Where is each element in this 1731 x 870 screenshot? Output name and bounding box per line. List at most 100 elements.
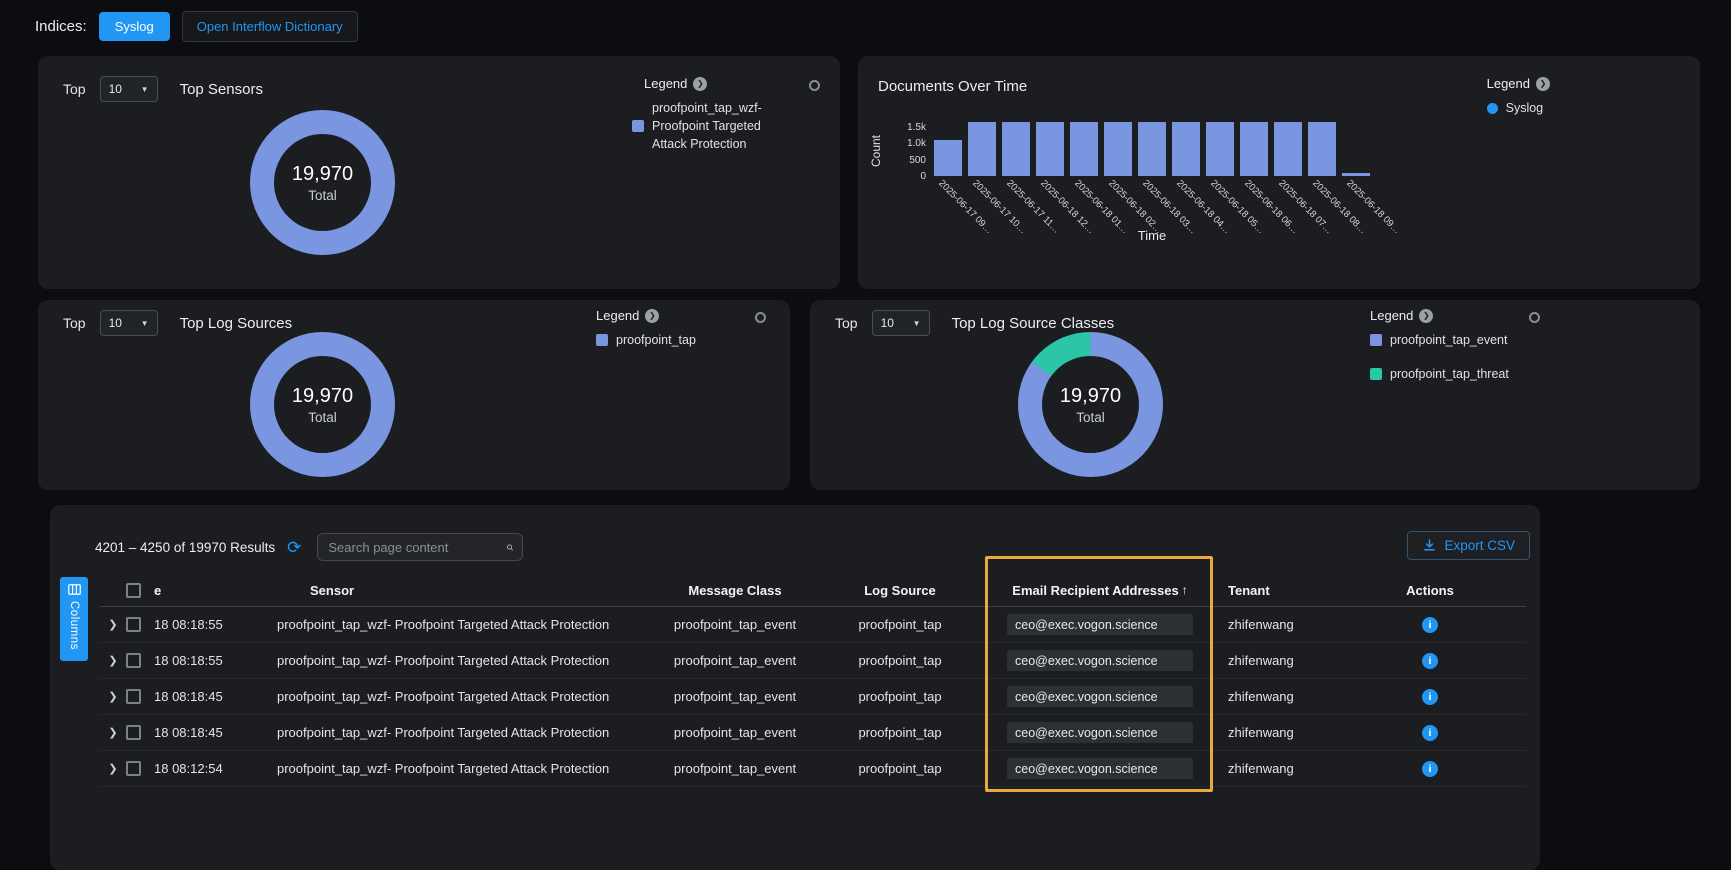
legend-item[interactable]: Syslog [1487,99,1550,117]
info-icon[interactable]: i [1422,689,1438,705]
row-checkbox[interactable] [126,689,141,704]
table-row[interactable]: ❯ 18 08:18:45 proofpoint_tap_wzf- Proofp… [100,715,1526,751]
row-checkbox[interactable] [126,653,141,668]
row-checkbox[interactable] [126,617,141,632]
syslog-index-button[interactable]: Syslog [99,12,170,41]
select-all-checkbox[interactable] [126,583,141,598]
open-interflow-dictionary-button[interactable]: Open Interflow Dictionary [182,11,358,42]
column-header-email-recipient-addresses[interactable]: Email Recipient Addresses ↑ [980,583,1220,598]
legend-toggle-icon[interactable]: ❯ [1419,309,1433,323]
message-class-cell: proofpoint_tap_event [650,617,820,632]
email-recipient-cell[interactable]: ceo@exec.vogon.science [1007,650,1193,671]
info-icon[interactable]: i [1422,725,1438,741]
topbar: Indices: Syslog Open Interflow Dictionar… [35,8,358,44]
panel-title: Top Log Sources [180,315,293,332]
top-sensors-donut-chart[interactable]: 19,970 Total [250,110,395,255]
table-header-row: e Sensor Message Class Log Source Email … [100,575,1526,607]
email-recipient-cell[interactable]: ceo@exec.vogon.science [1007,686,1193,707]
columns-button[interactable]: Columns [60,577,88,661]
bar [934,140,962,176]
row-checkbox[interactable] [126,761,141,776]
legend-label: proofpoint_tap_event [1390,331,1507,349]
top-count-select[interactable]: 10 ▼ [100,310,158,336]
y-tick-label: 1.0k [907,138,926,149]
email-recipient-cell[interactable]: ceo@exec.vogon.science [1007,614,1193,635]
bar [1002,122,1030,176]
legend: Legend ❯ proofpoint_tap_wzf-Proofpoint T… [632,76,804,153]
time-cell: 18 08:18:45 [152,725,270,740]
results-table: e Sensor Message Class Log Source Email … [100,575,1526,787]
top-label: Top [63,81,86,97]
legend-title: Legend [1487,76,1530,91]
time-cell: 18 08:18:55 [152,653,270,668]
legend-swatch-icon [1370,334,1382,346]
table-body: ❯ 18 08:18:55 proofpoint_tap_wzf- Proofp… [100,607,1526,787]
collapse-circle-icon[interactable] [755,312,766,323]
legend-swatch-icon [1370,368,1382,380]
sensor-cell: proofpoint_tap_wzf- Proofpoint Targeted … [270,689,650,704]
export-csv-button[interactable]: Export CSV [1407,531,1530,560]
legend-item[interactable]: proofpoint_tap_wzf-Proofpoint Targeted A… [632,99,804,153]
info-icon[interactable]: i [1422,617,1438,633]
legend-toggle-icon[interactable]: ❯ [1536,77,1550,91]
table-row[interactable]: ❯ 18 08:18:55 proofpoint_tap_wzf- Proofp… [100,607,1526,643]
column-header-message-class[interactable]: Message Class [650,583,820,598]
donut-total-value: 19,970 [292,163,353,186]
donut-total-value: 19,970 [1060,385,1121,408]
columns-grid-icon [68,584,81,595]
top-label: Top [63,315,86,331]
column-header-sensor[interactable]: Sensor [270,583,650,598]
legend-item[interactable]: proofpoint_tap [596,331,696,349]
table-row[interactable]: ❯ 18 08:18:55 proofpoint_tap_wzf- Proofp… [100,643,1526,679]
top-count-select[interactable]: 10 ▼ [872,310,930,336]
top-log-sources-donut-chart[interactable]: 19,970 Total [250,332,395,477]
refresh-icon[interactable]: ⟳ [287,539,301,556]
panel-title: Documents Over Time [858,56,1700,95]
expand-chevron-icon[interactable]: ❯ [100,654,126,667]
log-source-cell: proofpoint_tap [820,725,980,740]
email-recipient-cell[interactable]: ceo@exec.vogon.science [1007,758,1193,779]
legend-toggle-icon[interactable]: ❯ [693,77,707,91]
search-icon [506,540,514,555]
top-label: Top [835,315,858,331]
column-header-actions: Actions [1350,583,1510,598]
legend-swatch-icon [632,120,644,132]
legend-label: Syslog [1506,99,1544,117]
column-header-log-source[interactable]: Log Source [820,583,980,598]
legend-item[interactable]: proofpoint_tap_event [1370,331,1509,349]
table-row[interactable]: ❯ 18 08:12:54 proofpoint_tap_wzf- Proofp… [100,751,1526,787]
email-recipient-cell[interactable]: ceo@exec.vogon.science [1007,722,1193,743]
top-count-select[interactable]: 10 ▼ [100,76,158,102]
legend-toggle-icon[interactable]: ❯ [645,309,659,323]
bar [1342,173,1370,176]
documents-over-time-panel: Documents Over Time Legend ❯ Syslog Coun… [858,56,1700,289]
legend-item[interactable]: proofpoint_tap_threat [1370,365,1509,383]
collapse-circle-icon[interactable] [1529,312,1540,323]
bar [1104,122,1132,176]
log-source-cell: proofpoint_tap [820,617,980,632]
tenant-cell: zhifenwang [1220,725,1350,740]
search-box[interactable] [317,533,523,561]
search-input[interactable] [326,539,506,556]
bar [1138,122,1166,176]
column-header-time[interactable]: e [152,583,270,598]
export-csv-label: Export CSV [1444,538,1515,553]
expand-chevron-icon[interactable]: ❯ [100,690,126,703]
row-checkbox[interactable] [126,725,141,740]
bar-plot-area [934,120,1370,176]
table-row[interactable]: ❯ 18 08:18:45 proofpoint_tap_wzf- Proofp… [100,679,1526,715]
expand-chevron-icon[interactable]: ❯ [100,726,126,739]
expand-chevron-icon[interactable]: ❯ [100,618,126,631]
column-header-tenant[interactable]: Tenant [1220,583,1350,598]
top-log-source-classes-donut-chart[interactable]: 19,970 Total [1018,332,1163,477]
expand-chevron-icon[interactable]: ❯ [100,762,126,775]
info-icon[interactable]: i [1422,653,1438,669]
collapse-circle-icon[interactable] [809,80,820,91]
chevron-down-icon: ▼ [141,319,149,328]
donut-total-label: Total [308,188,337,203]
info-icon[interactable]: i [1422,761,1438,777]
legend-title: Legend [644,76,687,91]
sort-ascending-icon[interactable]: ↑ [1182,583,1188,598]
columns-button-label: Columns [68,601,80,650]
bar [1036,122,1064,176]
